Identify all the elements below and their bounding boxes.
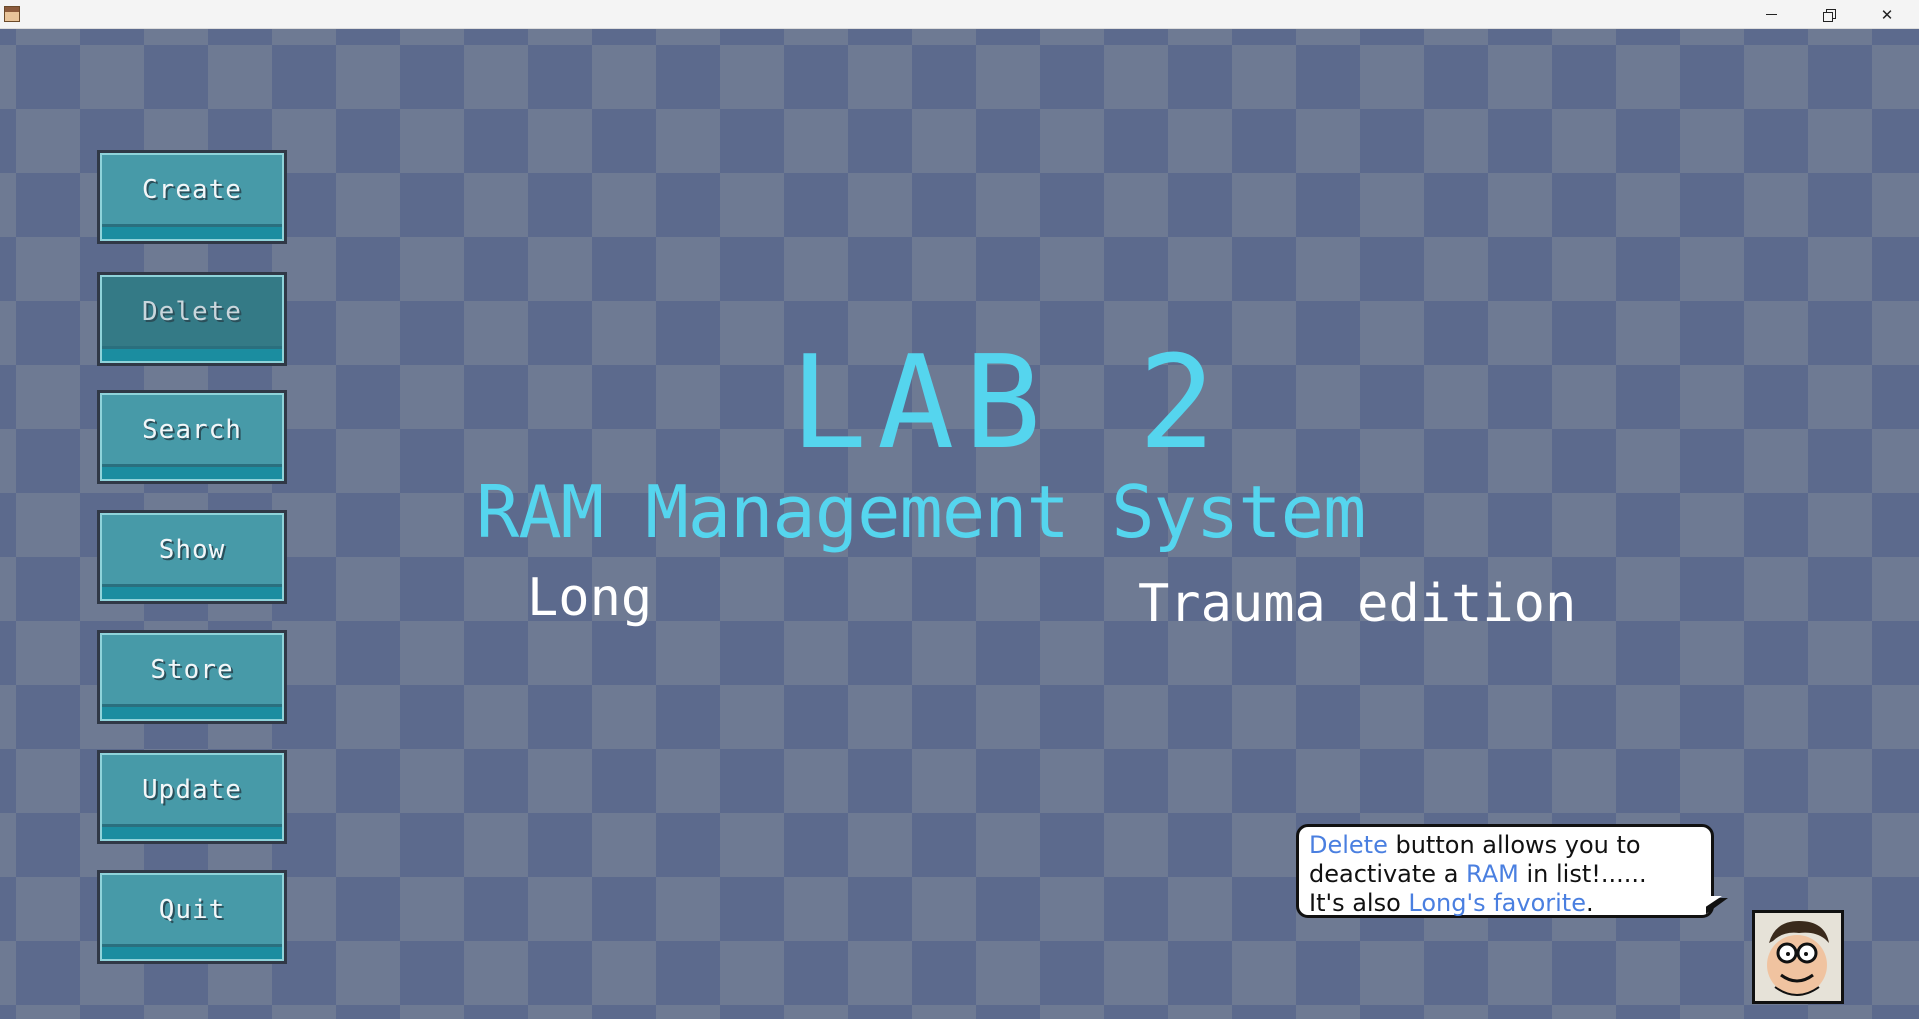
update-button[interactable]: Update xyxy=(97,750,287,844)
close-button[interactable]: ✕ xyxy=(1858,0,1916,29)
tooltip-line-3: It's also Long's favorite. xyxy=(1309,889,1594,917)
minimize-icon xyxy=(1765,14,1777,15)
peter-griffin-face-icon xyxy=(1755,913,1841,1001)
restore-icon xyxy=(1823,8,1836,22)
page-subtitle: RAM Management System xyxy=(476,470,1366,554)
minimize-button[interactable] xyxy=(1742,0,1800,29)
tooltip-highlight-ram: RAM xyxy=(1466,860,1519,888)
tooltip-line-2: deactivate a RAM in list!...... xyxy=(1309,860,1647,888)
store-button-label: Store xyxy=(150,654,234,685)
tooltip-highlight-delete: Delete xyxy=(1309,831,1388,859)
maximize-button[interactable] xyxy=(1800,0,1858,29)
show-button[interactable]: Show xyxy=(97,510,287,604)
edition-label: Trauma edition xyxy=(1138,574,1577,634)
create-button-label: Create xyxy=(142,174,242,205)
show-button-label: Show xyxy=(158,534,226,565)
page-title: LAB 2 xyxy=(790,329,1226,478)
search-button-label: Search xyxy=(142,414,242,445)
update-button-label: Update xyxy=(142,774,242,805)
tooltip-highlight-favorite: Long's favorite xyxy=(1408,889,1586,917)
window-titlebar: ✕ xyxy=(0,0,1919,29)
search-button[interactable]: Search xyxy=(97,390,287,484)
app-icon xyxy=(4,6,20,22)
delete-button[interactable]: Delete xyxy=(97,272,287,366)
avatar xyxy=(1752,910,1844,1004)
close-icon: ✕ xyxy=(1880,5,1894,24)
tooltip-line-1: Delete button allows you to xyxy=(1309,831,1641,859)
delete-button-label: Delete xyxy=(142,296,242,327)
create-button[interactable]: Create xyxy=(97,150,287,244)
author-name: Long xyxy=(527,568,653,628)
quit-button[interactable]: Quit xyxy=(97,870,287,964)
tooltip-bubble: Delete button allows you to deactivate a… xyxy=(1296,824,1714,918)
quit-button-label: Quit xyxy=(158,894,226,925)
store-button[interactable]: Store xyxy=(97,630,287,724)
